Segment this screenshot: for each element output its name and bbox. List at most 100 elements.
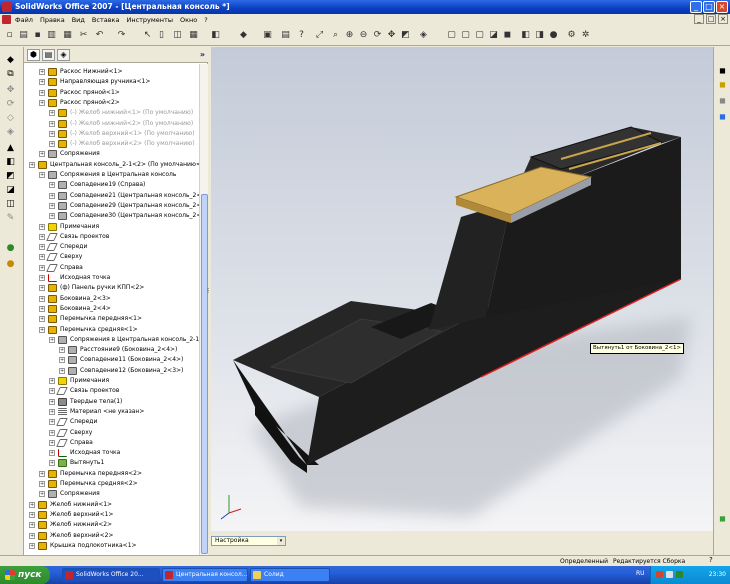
select-icon[interactable]: ↖ <box>142 30 153 41</box>
tree-item[interactable]: + Желоб нижний<1> <box>24 500 199 510</box>
standard-views-icon[interactable]: ◈ <box>418 30 429 41</box>
section-view-icon[interactable]: ◨ <box>534 30 545 41</box>
assembly-features-icon[interactable]: ◧ <box>4 157 17 168</box>
hidden-lines-removed-icon[interactable]: ▢ <box>474 30 485 41</box>
expand-toggle-icon[interactable]: + <box>39 223 45 230</box>
file-explorer-icon[interactable]: ◼ <box>717 95 728 106</box>
expand-toggle-icon[interactable]: + <box>49 378 55 384</box>
zoom-selection-icon[interactable]: ⊖ <box>358 30 369 41</box>
expand-toggle-icon[interactable]: + <box>49 130 55 137</box>
realview-icon[interactable]: ● <box>548 30 559 41</box>
options-icon[interactable]: ◫ <box>172 30 183 41</box>
expand-toggle-icon[interactable]: + <box>49 460 55 467</box>
tree-item[interactable]: + Перемычка передняя<1> <box>24 314 199 324</box>
cut-icon[interactable]: ✂ <box>78 30 89 41</box>
tree-item[interactable]: + Совпадение21 (Центральная консоль_2<1 <box>24 191 199 201</box>
expand-toggle-icon[interactable]: + <box>39 491 45 498</box>
language-indicator[interactable]: RU <box>636 570 645 577</box>
wireframe-icon[interactable]: ▢ <box>446 30 457 41</box>
tree-item[interactable]: + (-) Желоб нижний<1> (По умолчанию) <box>24 108 199 118</box>
expand-toggle-icon[interactable]: + <box>29 522 35 529</box>
expand-toggle-icon[interactable]: + <box>39 233 45 240</box>
configuration-dropdown[interactable]: Настройка ▾ <box>211 536 286 546</box>
tree-item[interactable]: + Раскос пряной<2> <box>24 98 199 108</box>
tree-item[interactable]: + Справа <box>24 438 199 448</box>
splitter-arrow-icon[interactable]: ⁝ <box>207 287 209 295</box>
expand-toggle-icon[interactable]: + <box>49 141 55 148</box>
doc-close-button[interactable]: × <box>718 14 728 24</box>
reference-geometry-icon[interactable]: ◩ <box>4 171 17 182</box>
task-solidworks[interactable]: SolidWorks Office 20... <box>62 568 160 582</box>
expand-toggle-icon[interactable]: + <box>49 182 55 189</box>
tab-configuration-manager[interactable]: ◈ <box>57 49 70 61</box>
tree-item[interactable]: + Сопряжения <box>24 149 199 159</box>
lights-icon[interactable]: ✲ <box>580 30 591 41</box>
tab-property-manager[interactable]: ▤ <box>42 49 55 61</box>
tree-item[interactable]: + Совпадение12 (Боковина_2<3>) <box>24 366 199 376</box>
undo-icon[interactable]: ↶ <box>94 30 105 41</box>
shaded-with-edges-icon[interactable]: ◪ <box>488 30 499 41</box>
view-palette-icon[interactable]: ◼ <box>717 111 728 122</box>
tree-item[interactable]: + (ф) Панель ручки КПП<2> <box>24 283 199 293</box>
expand-toggle-icon[interactable]: + <box>49 408 55 415</box>
expand-toggle-icon[interactable]: + <box>49 213 55 220</box>
menu-insert[interactable]: Вставка <box>92 16 120 24</box>
layout-icon[interactable]: ▣ <box>262 30 273 41</box>
zoom-fit-icon[interactable]: ⤢ <box>314 30 325 41</box>
print-preview-icon[interactable]: ▦ <box>62 30 73 41</box>
menu-window[interactable]: Окно <box>180 16 197 24</box>
tree-item[interactable]: + Расстояние9 (Боковина_2<4>) <box>24 345 199 355</box>
tree-item[interactable]: + (-) Желоб верхний<1> (По умолчанию) <box>24 129 199 139</box>
zoom-in-out-icon[interactable]: ⊕ <box>344 30 355 41</box>
rebuild-icon[interactable]: ▯ <box>156 30 167 41</box>
tree-item[interactable]: + Перемычка передняя<2> <box>24 469 199 479</box>
appearance-icon[interactable]: ◆ <box>238 30 249 41</box>
tree-item[interactable]: + Направляющая ручника<1> <box>24 77 199 87</box>
expand-toggle-icon[interactable]: + <box>29 501 35 508</box>
tree-item[interactable]: + Желоб нижний<2> <box>24 520 199 530</box>
toolbox-icon[interactable]: ● <box>4 259 17 270</box>
status-help-icon[interactable]: ? <box>709 556 713 564</box>
tree-item[interactable]: + Спереди <box>24 242 199 252</box>
expand-toggle-icon[interactable]: + <box>39 305 45 312</box>
expand-toggle-icon[interactable]: + <box>29 511 35 518</box>
design-library-icon[interactable]: ◼ <box>717 79 728 90</box>
tree-item[interactable]: + Совпадение30 (Центральная консоль_2<1 <box>24 211 199 221</box>
expand-toggle-icon[interactable]: + <box>59 367 65 374</box>
interference-icon[interactable]: ▲ <box>4 143 17 154</box>
minimize-button[interactable]: _ <box>690 1 702 13</box>
expand-toggle-icon[interactable]: + <box>39 254 45 261</box>
expand-toggle-icon[interactable]: + <box>39 275 45 281</box>
expand-toggle-icon[interactable]: + <box>39 470 45 477</box>
expand-toggle-icon[interactable]: + <box>49 202 55 209</box>
tree-item[interactable]: + Центральная консоль_2-1<2> (По умолчани… <box>24 160 199 170</box>
solidworks-app-icon[interactable] <box>2 2 12 12</box>
expand-toggle-icon[interactable]: + <box>59 357 65 364</box>
expand-panel-icon[interactable]: » <box>200 50 205 59</box>
tree-item[interactable]: + Твердые тела(1) <box>24 397 199 407</box>
tab-feature-tree[interactable]: ⬢ <box>27 49 40 61</box>
tree-item[interactable]: + Раскос пряной<1> <box>24 88 199 98</box>
expand-toggle-icon[interactable]: + <box>49 192 55 199</box>
doc-minimize-button[interactable]: _ <box>694 14 704 24</box>
solidworks-resources-icon[interactable]: ◼ <box>717 65 728 76</box>
task-console-document[interactable]: Центральная консол... <box>162 568 248 582</box>
shadows-icon[interactable]: ◧ <box>520 30 531 41</box>
expand-toggle-icon[interactable]: + <box>39 326 45 333</box>
tree-item[interactable]: + Сопряжения в Центральная консоль_2-1 <box>24 335 199 345</box>
expand-toggle-icon[interactable]: + <box>39 295 45 302</box>
tree-item[interactable]: + Материал <не указан> <box>24 407 199 417</box>
expand-toggle-icon[interactable]: + <box>49 398 55 405</box>
expand-toggle-icon[interactable]: + <box>49 450 55 457</box>
volume-icon[interactable] <box>666 571 673 578</box>
doc-restore-button[interactable]: □ <box>706 14 716 24</box>
tree-item[interactable]: + Исходная точка <box>24 273 199 283</box>
tree-item[interactable]: + Сверху <box>24 428 199 438</box>
expand-toggle-icon[interactable]: + <box>39 99 45 106</box>
tree-item[interactable]: + Желоб верхний<1> <box>24 510 199 520</box>
tree-item[interactable]: + Боковина_2<4> <box>24 304 199 314</box>
task-folder[interactable]: Солид <box>250 568 330 582</box>
new-file-icon[interactable]: ▫ <box>4 30 15 41</box>
explode-view-icon[interactable]: ◈ <box>4 127 17 138</box>
tree-item[interactable]: + Совпадение11 (Боковина_2<4>) <box>24 355 199 365</box>
